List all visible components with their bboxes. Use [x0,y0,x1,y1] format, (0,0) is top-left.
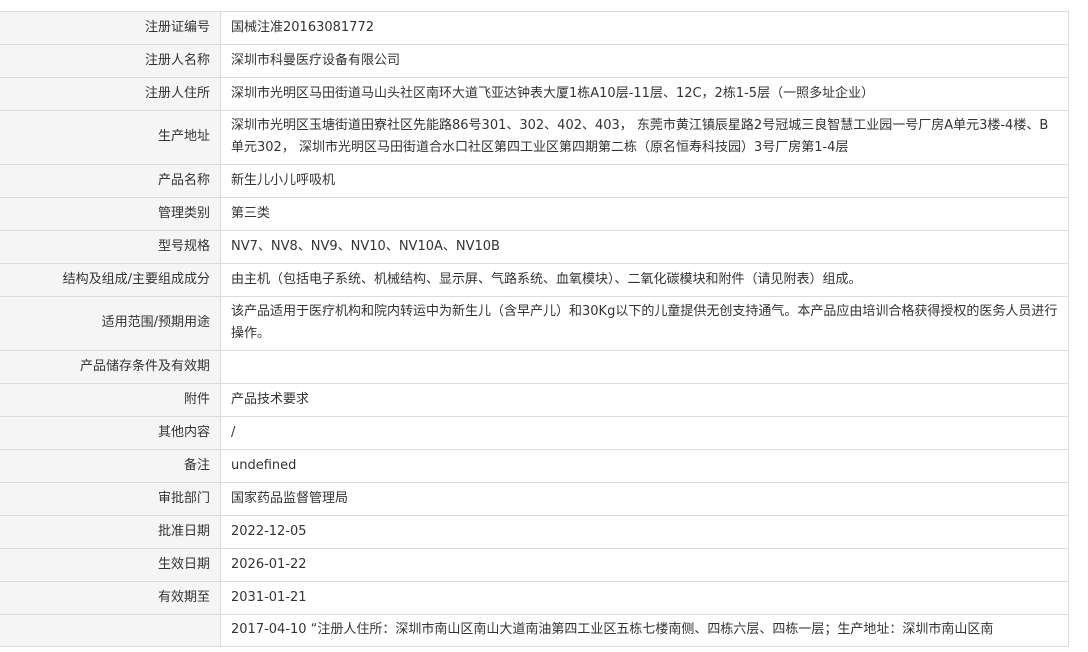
value-registrant-name: 深圳市科曼医疗设备有限公司 [220,44,1069,78]
label-product-name: 产品名称 [0,164,221,198]
row-production-address: 生产地址 深圳市光明区玉塘街道田寮社区先能路86号301、302、402、403… [0,110,1069,165]
registration-detail-table: 注册证编号 国械注准20163081772 注册人名称 深圳市科曼医疗设备有限公… [0,11,1069,647]
row-attachment: 附件 产品技术要求 [0,383,1069,417]
value-effective-date: 2026-01-22 [220,548,1069,582]
label-remarks: 备注 [0,449,221,483]
row-structure-composition: 结构及组成/主要组成成分 由主机（包括电子系统、机械结构、显示屏、气路系统、血氧… [0,263,1069,297]
label-attachment: 附件 [0,383,221,417]
label-storage-validity: 产品储存条件及有效期 [0,350,221,384]
row-effective-date: 生效日期 2026-01-22 [0,548,1069,582]
value-product-name: 新生儿小儿呼吸机 [220,164,1069,198]
value-approval-department: 国家药品监督管理局 [220,482,1069,516]
value-structure-composition: 由主机（包括电子系统、机械结构、显示屏、气路系统、血氧模块）、二氧化碳模块和附件… [220,263,1069,297]
value-approval-date: 2022-12-05 [220,515,1069,549]
value-intended-use: 该产品适用于医疗机构和院内转运中为新生儿（含早产儿）和30Kg以下的儿童提供无创… [220,296,1069,351]
value-other-content: / [220,416,1069,450]
row-product-name: 产品名称 新生儿小儿呼吸机 [0,164,1069,198]
row-other-content: 其他内容 / [0,416,1069,450]
row-approval-department: 审批部门 国家药品监督管理局 [0,482,1069,516]
page-right-margin [1069,0,1088,652]
label-model-spec: 型号规格 [0,230,221,264]
label-registrant-address: 注册人住所 [0,77,221,111]
value-valid-until: 2031-01-21 [220,581,1069,615]
value-management-category: 第三类 [220,197,1069,231]
row-model-spec: 型号规格 NV7、NV8、NV9、NV10、NV10A、NV10B [0,230,1069,264]
row-registrant-address: 注册人住所 深圳市光明区马田街道马山头社区南环大道飞亚达钟表大厦1栋A10层-1… [0,77,1069,111]
value-storage-validity [220,350,1069,384]
row-remarks: 备注 undefined [0,449,1069,483]
label-registration-number: 注册证编号 [0,11,221,45]
value-registration-number: 国械注准20163081772 [220,11,1069,45]
label-effective-date: 生效日期 [0,548,221,582]
row-management-category: 管理类别 第三类 [0,197,1069,231]
value-remarks: undefined [220,449,1069,483]
label-structure-composition: 结构及组成/主要组成成分 [0,263,221,297]
row-storage-validity: 产品储存条件及有效期 [0,350,1069,384]
value-change-history: 2017-04-10 “注册人住所：深圳市南山区南山大道南油第四工业区五栋七楼南… [220,614,1069,647]
label-other-content: 其他内容 [0,416,221,450]
label-approval-date: 批准日期 [0,515,221,549]
label-valid-until: 有效期至 [0,581,221,615]
row-intended-use: 适用范围/预期用途 该产品适用于医疗机构和院内转运中为新生儿（含早产儿）和30K… [0,296,1069,351]
value-production-address: 深圳市光明区玉塘街道田寮社区先能路86号301、302、402、403， 东莞市… [220,110,1069,165]
row-registrant-name: 注册人名称 深圳市科曼医疗设备有限公司 [0,44,1069,78]
label-management-category: 管理类别 [0,197,221,231]
value-attachment: 产品技术要求 [220,383,1069,417]
value-registrant-address: 深圳市光明区马田街道马山头社区南环大道飞亚达钟表大厦1栋A10层-11层、12C… [220,77,1069,111]
row-valid-until: 有效期至 2031-01-21 [0,581,1069,615]
label-registrant-name: 注册人名称 [0,44,221,78]
label-change-history [0,614,221,647]
row-registration-number: 注册证编号 国械注准20163081772 [0,11,1069,45]
row-approval-date: 批准日期 2022-12-05 [0,515,1069,549]
value-model-spec: NV7、NV8、NV9、NV10、NV10A、NV10B [220,230,1069,264]
label-intended-use: 适用范围/预期用途 [0,296,221,351]
row-change-history: 2017-04-10 “注册人住所：深圳市南山区南山大道南油第四工业区五栋七楼南… [0,614,1069,647]
registration-detail: 注册证编号 国械注准20163081772 注册人名称 深圳市科曼医疗设备有限公… [0,11,1069,647]
label-approval-department: 审批部门 [0,482,221,516]
label-production-address: 生产地址 [0,110,221,165]
